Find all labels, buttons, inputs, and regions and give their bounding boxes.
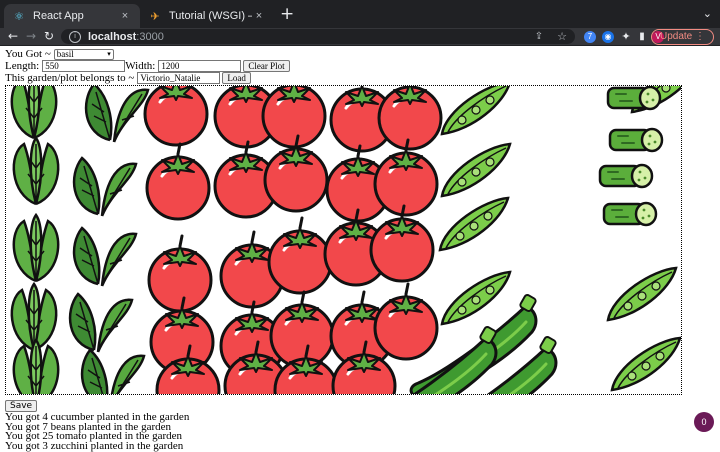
new-tab-button[interactable]: + <box>280 6 294 23</box>
tomato-plant <box>143 86 209 147</box>
share-icon[interactable]: ⇪ <box>535 31 543 42</box>
tab-label: Tutorial (WSGI) — Falcon 3.1.0 <box>169 10 252 22</box>
lettuce-plant <box>12 338 60 394</box>
tab-close-icon[interactable]: × <box>252 10 266 22</box>
extension-badge-icon[interactable]: 7 <box>584 31 596 43</box>
lettuce-plant <box>10 86 58 140</box>
update-button[interactable]: Update ⋮ <box>650 29 714 45</box>
garden-canvas[interactable] <box>6 86 682 395</box>
react-icon: ⚛ <box>14 10 24 23</box>
tomato-plant <box>147 234 213 313</box>
load-button[interactable]: Load <box>222 72 251 84</box>
update-label: Update <box>659 31 693 42</box>
puzzle-extensions-icon[interactable]: ✦ <box>620 31 632 43</box>
plant-select[interactable]: basil ▾ <box>53 48 114 60</box>
chevron-down-icon: ▾ <box>107 50 111 58</box>
owner-row: This garden/plot belongs to ~ Victorio_N… <box>5 71 251 85</box>
tab-react-app[interactable]: ⚛ React App × <box>4 4 140 28</box>
spinach-plant <box>80 348 146 394</box>
browser-tab-bar: ⚛ React App × ✈ Tutorial (WSGI) — Falcon… <box>0 0 720 28</box>
garden-plot[interactable] <box>5 85 682 395</box>
summary-line: You got 3 zucchini planted in the garden <box>5 439 184 452</box>
tab-search-chevron-icon[interactable]: ⌄ <box>703 7 712 20</box>
plant-select-value: basil <box>56 49 74 59</box>
bean-plant <box>440 270 512 326</box>
lettuce-plant <box>12 136 60 206</box>
forward-arrow-icon[interactable]: → <box>26 28 36 45</box>
site-info-icon[interactable]: i <box>69 30 81 43</box>
bookmark-star-icon[interactable]: ☆ <box>557 30 567 43</box>
side-panel-icon[interactable]: ▮ <box>636 31 648 43</box>
reload-icon[interactable]: ↻ <box>44 28 54 45</box>
url-host: localhost <box>88 30 137 43</box>
falcon-icon: ✈ <box>150 10 160 23</box>
cucumber-plant <box>598 163 654 189</box>
bean-plant <box>610 336 681 392</box>
back-arrow-icon[interactable]: ← <box>8 28 18 45</box>
tomato-plant <box>263 134 329 213</box>
spinach-plant <box>72 156 138 218</box>
tomato-plant <box>261 86 327 149</box>
tab-label: React App <box>33 10 84 22</box>
floating-counter-badge[interactable]: 0 <box>694 412 714 432</box>
tomato-plant <box>373 282 439 361</box>
bean-plant <box>440 142 512 198</box>
tomato-plant <box>377 86 443 151</box>
tab-falcon-tutorial[interactable]: ✈ Tutorial (WSGI) — Falcon 3.1.0 × <box>140 4 274 28</box>
browser-toolbar: ← → ↻ i localhost :3000 ⇪ ☆ 7 ◉ ✦ ▮ V Up… <box>0 28 720 46</box>
spinach-plant <box>84 86 150 144</box>
page-content: You Got ~ basil ▾ Length: 550 Width: 120… <box>0 46 720 452</box>
cucumber-plant <box>602 201 658 227</box>
owner-input[interactable]: Victorio_Natalie <box>137 72 221 84</box>
tomato-plant <box>269 290 335 369</box>
tomato-plant <box>145 142 211 221</box>
bean-plant <box>438 196 510 252</box>
tomato-plant <box>373 138 439 217</box>
cucumber-plant <box>606 86 662 111</box>
lettuce-plant <box>10 282 58 352</box>
cucumber-plant <box>608 127 664 153</box>
plant-summary: You got 4 cucumber planted in the garden… <box>5 412 189 452</box>
bean-plant <box>606 266 678 322</box>
tab-close-icon[interactable]: × <box>118 10 132 22</box>
tomato-plant <box>369 204 435 283</box>
url-port: :3000 <box>136 30 164 43</box>
extension-circle-icon[interactable]: ◉ <box>602 31 614 43</box>
tomato-plant <box>267 216 333 295</box>
owner-label: This garden/plot belongs to ~ <box>5 72 135 84</box>
bean-plant <box>440 86 512 136</box>
spinach-plant <box>72 226 138 288</box>
spinach-plant <box>68 292 134 354</box>
address-bar[interactable]: i localhost :3000 ⇪ ☆ <box>61 29 575 44</box>
lettuce-plant <box>12 213 60 283</box>
